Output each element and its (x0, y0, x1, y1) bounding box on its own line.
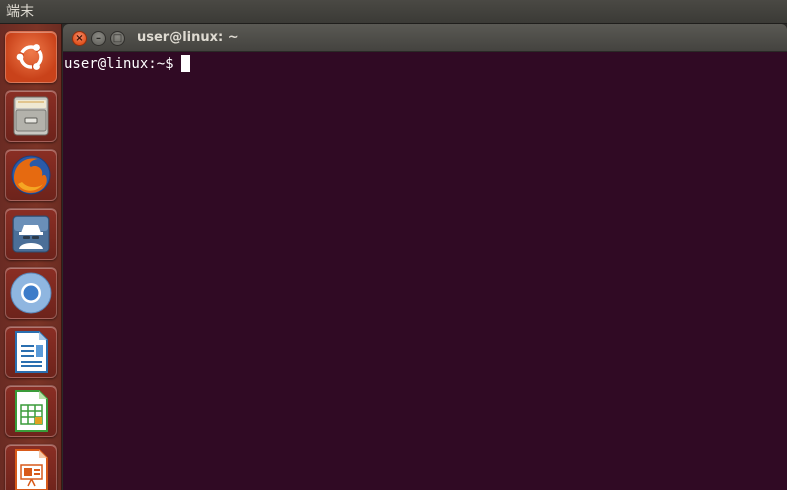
minimize-icon: – (96, 32, 101, 44)
file-cabinet-icon (13, 96, 49, 136)
top-panel: 端末 (0, 0, 787, 24)
chromium-icon (10, 272, 52, 314)
calc-spreadsheet-icon (15, 390, 48, 432)
terminal-output-area[interactable]: user@linux:~$ (63, 52, 787, 490)
launcher-item-calc[interactable] (5, 385, 57, 437)
launcher-item-agent[interactable] (5, 208, 57, 260)
terminal-window: × – □ user@linux: ~ user@linux:~$ (63, 24, 787, 490)
window-titlebar[interactable]: × – □ user@linux: ~ (63, 24, 787, 52)
text-cursor (180, 55, 190, 72)
launcher (0, 24, 62, 490)
window-maximize-button[interactable]: □ (110, 31, 125, 46)
launcher-item-writer[interactable] (5, 326, 57, 378)
launcher-item-files[interactable] (5, 90, 57, 142)
close-icon: × (75, 32, 84, 44)
impress-presentation-icon (15, 449, 48, 490)
prompt-line: user@linux:~$ (64, 55, 190, 73)
launcher-item-impress[interactable] (5, 444, 57, 490)
launcher-item-chromium[interactable] (5, 267, 57, 319)
maximize-icon: □ (112, 32, 123, 44)
spy-agent-icon (12, 215, 50, 253)
shell-prompt: user@linux:~$ (64, 56, 174, 72)
window-minimize-button[interactable]: – (91, 31, 106, 46)
window-close-button[interactable]: × (72, 31, 87, 46)
window-title: user@linux: ~ (137, 30, 239, 45)
desktop: 端末 × – □ user@linux: ~ user@linux:~$ (0, 0, 787, 490)
launcher-item-firefox[interactable] (5, 149, 57, 201)
top-panel-app-title: 端末 (6, 4, 34, 20)
ubuntu-dash-icon (16, 44, 44, 70)
writer-document-icon (15, 331, 48, 373)
firefox-icon (11, 155, 51, 195)
launcher-item-dash[interactable] (5, 31, 57, 83)
